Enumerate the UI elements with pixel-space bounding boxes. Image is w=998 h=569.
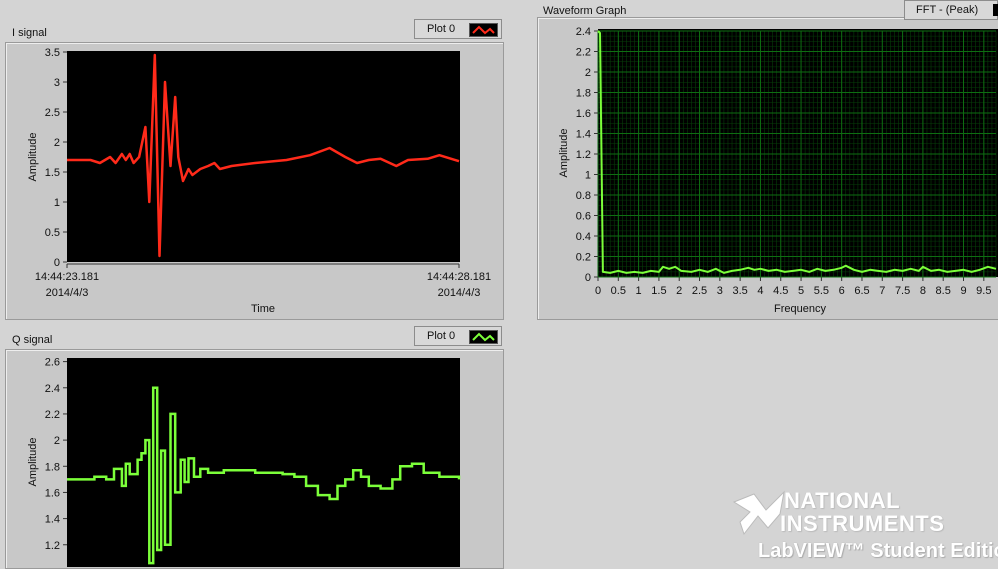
- labview-edition: LabVIEW™ Student Edition: [758, 540, 998, 562]
- i-legend-label: Plot 0: [427, 23, 456, 35]
- ni-labview-watermark: NATIONAL INSTRUMENTS LabVIEW™ Student Ed…: [730, 486, 998, 567]
- fft-legend-swatch: [993, 4, 998, 16]
- ni-name-line2: INSTRUMENTS: [780, 511, 945, 536]
- fft-plot-area[interactable]: [598, 29, 998, 277]
- q-signal-plot-area[interactable]: [67, 358, 460, 567]
- q-legend-swatch: [469, 330, 498, 344]
- i-signal-legend[interactable]: Plot 0: [414, 19, 502, 39]
- fft-legend[interactable]: FFT - (Peak): [904, 0, 998, 20]
- fft-legend-label: FFT - (Peak): [916, 4, 979, 16]
- fft-title: Waveform Graph: [543, 5, 627, 17]
- q-signal-legend[interactable]: Plot 0: [414, 326, 502, 346]
- i-signal-title: I signal: [12, 27, 47, 39]
- i-signal-plot-area[interactable]: [67, 51, 460, 262]
- q-legend-label: Plot 0: [427, 330, 456, 342]
- q-signal-title: Q signal: [12, 334, 53, 346]
- i-legend-swatch: [469, 23, 498, 37]
